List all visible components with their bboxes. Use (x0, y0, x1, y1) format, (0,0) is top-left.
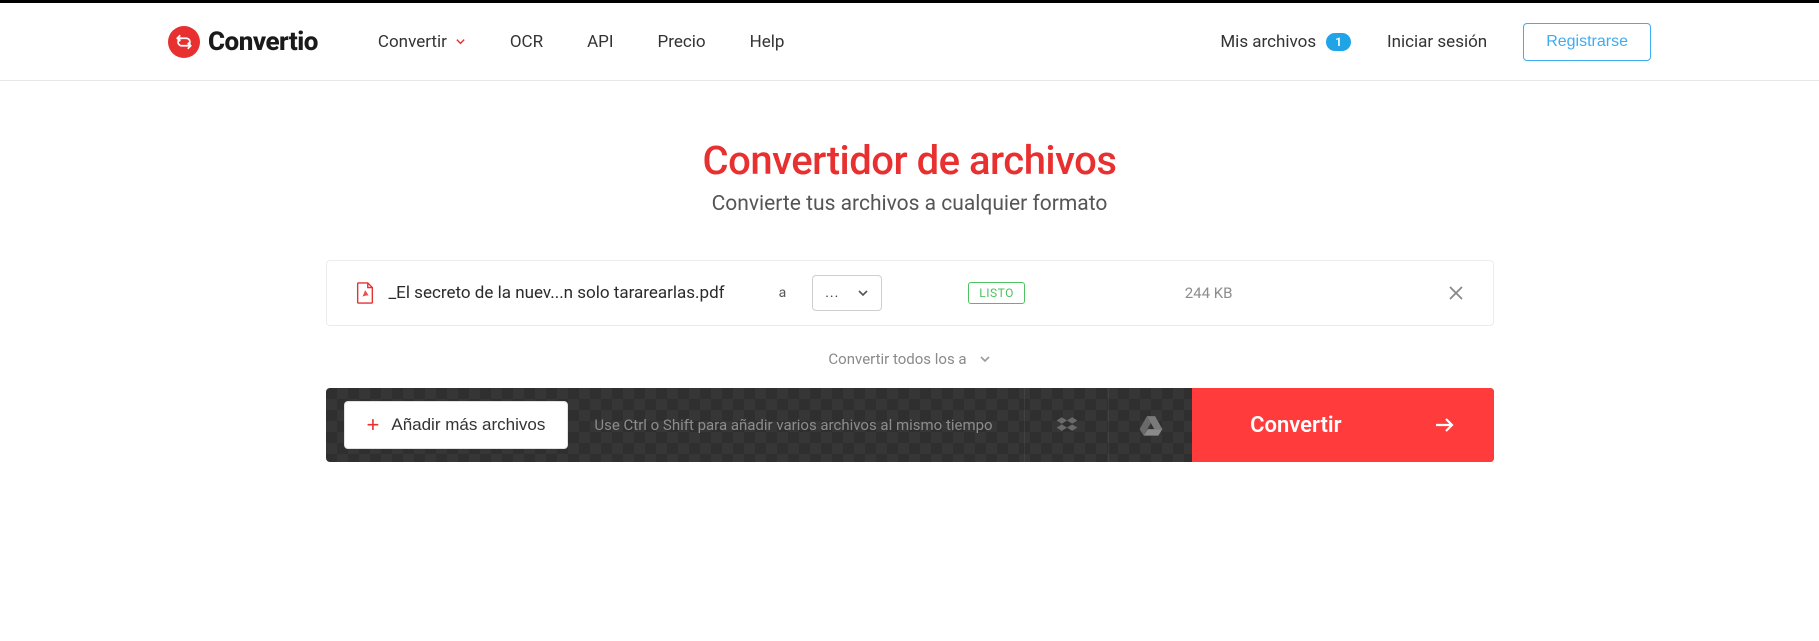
file-row: _El secreto de la nuev...n solo tararear… (326, 260, 1494, 326)
hero: Convertidor de archivos Convierte tus ar… (0, 81, 1819, 216)
my-files-label: Mis archivos (1220, 32, 1316, 52)
nav-label: API (587, 32, 613, 52)
converter-panel: _El secreto de la nuev...n solo tararear… (326, 260, 1494, 462)
plus-icon: + (367, 414, 380, 436)
nav-label: OCR (510, 32, 543, 52)
convert-all-label: Convertir todos los a (828, 350, 966, 368)
logo[interactable]: Convertio (168, 26, 318, 58)
pdf-icon (355, 282, 375, 304)
status-badge: LISTO (968, 282, 1025, 304)
convert-label: Convertir (1250, 413, 1341, 438)
nav-convertir[interactable]: Convertir (378, 32, 466, 52)
hint-text: Use Ctrl o Shift para añadir varios arch… (586, 388, 1024, 462)
login-link[interactable]: Iniciar sesión (1387, 32, 1487, 52)
add-more-label: Añadir más archivos (391, 415, 545, 435)
signup-button[interactable]: Registrarse (1523, 23, 1651, 61)
add-more-button[interactable]: + Añadir más archivos (344, 401, 569, 449)
my-files-link[interactable]: Mis archivos 1 (1220, 32, 1351, 52)
convert-button[interactable]: Convertir (1192, 388, 1493, 462)
nav-label: Precio (658, 32, 706, 52)
file-size: 244 KB (1185, 284, 1233, 302)
nav-api[interactable]: API (587, 32, 613, 52)
add-more-wrap: + Añadir más archivos (326, 388, 587, 462)
nav-label: Help (750, 32, 785, 52)
nav-precio[interactable]: Precio (658, 32, 706, 52)
format-placeholder: ... (825, 285, 839, 301)
to-label: a (779, 285, 787, 301)
nav: Convertir OCR API Precio Help (378, 32, 785, 52)
dropbox-icon (1054, 412, 1080, 438)
logo-text: Convertio (208, 27, 318, 57)
nav-ocr[interactable]: OCR (510, 32, 543, 52)
convert-all-row[interactable]: Convertir todos los a (326, 326, 1494, 388)
google-drive-icon (1138, 412, 1164, 438)
arrow-right-icon (1432, 413, 1456, 437)
my-files-badge: 1 (1326, 33, 1351, 51)
action-bar: + Añadir más archivos Use Ctrl o Shift p… (326, 388, 1494, 462)
page-subtitle: Convierte tus archivos a cualquier forma… (0, 192, 1819, 216)
google-drive-button[interactable] (1108, 388, 1192, 462)
chevron-down-icon (857, 287, 869, 299)
page-title: Convertidor de archivos (0, 137, 1819, 184)
logo-icon (168, 26, 200, 58)
header-right: Mis archivos 1 Iniciar sesión Registrars… (1220, 23, 1651, 61)
format-select[interactable]: ... (812, 275, 882, 311)
header: Convertio Convertir OCR API Precio Help … (0, 3, 1819, 81)
dropbox-button[interactable] (1024, 388, 1108, 462)
chevron-down-icon (979, 353, 991, 365)
chevron-down-icon (455, 36, 466, 47)
nav-label: Convertir (378, 32, 447, 52)
file-name: _El secreto de la nuev...n solo tararear… (389, 283, 725, 303)
nav-help[interactable]: Help (750, 32, 785, 52)
close-icon[interactable] (1447, 284, 1465, 302)
